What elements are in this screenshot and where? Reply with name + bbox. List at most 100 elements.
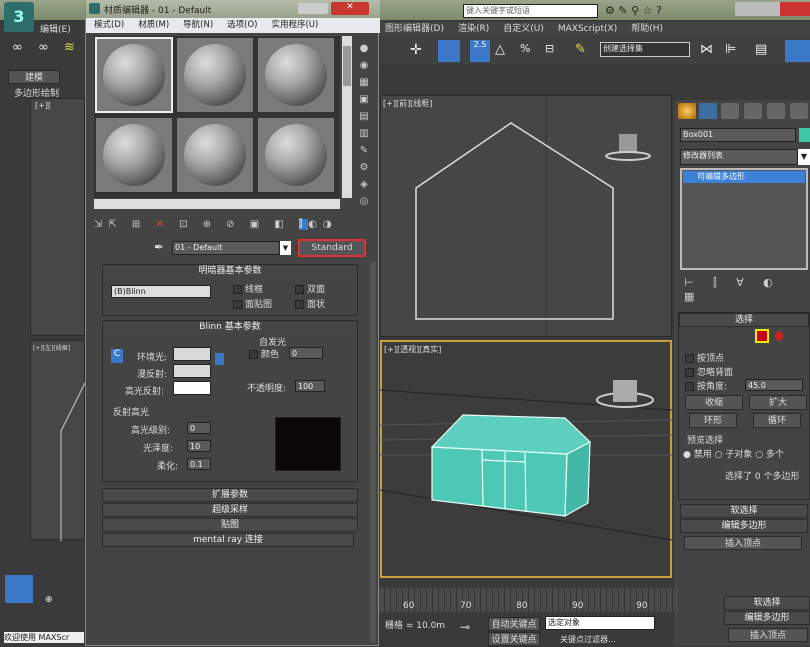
slots-horizontal-scrollbar[interactable] bbox=[94, 199, 340, 209]
stack-item-editable-poly[interactable]: 可编辑多边形 bbox=[683, 171, 805, 183]
material-type-button[interactable]: Standard bbox=[298, 239, 366, 257]
rollout-header-selection[interactable]: 选择 bbox=[679, 313, 809, 327]
align-icon[interactable]: ⊫ bbox=[725, 42, 736, 57]
insert-vertex-button-2[interactable]: 插入顶点 bbox=[728, 628, 808, 642]
snap-toggle-icon[interactable]: 2.5 bbox=[470, 40, 490, 62]
viewport-left[interactable]: [+][左][线框] bbox=[30, 340, 86, 541]
viewport-perspective[interactable]: [+][透视][真实] bbox=[380, 340, 672, 578]
rollout-edit-polygons-2[interactable]: 编辑多边形 bbox=[724, 611, 810, 625]
sample-slot[interactable] bbox=[257, 117, 335, 193]
sample-side-toolbar[interactable]: ● ◉ ▦ ▣ ▤ ▥ ✎ ⚙ ◈ ◎ bbox=[356, 40, 372, 210]
specular-level-spinner[interactable]: 0 bbox=[187, 422, 211, 434]
rollout-supersampling[interactable]: 超级采样 bbox=[102, 503, 358, 517]
ignore-backfacing-checkbox[interactable]: 忽略背面 bbox=[685, 365, 733, 378]
dropdown-arrow-icon[interactable]: ▼ bbox=[280, 241, 291, 255]
selection-set-dropdown[interactable]: 创建选择集 bbox=[600, 42, 690, 57]
radio-subobject[interactable]: 子对象 bbox=[725, 450, 752, 460]
menu-modes[interactable]: 模式(D) bbox=[94, 20, 124, 30]
viewport-front[interactable]: [+][前][线框] bbox=[380, 95, 672, 338]
move-icon[interactable]: ✛ bbox=[410, 42, 422, 58]
wire-checkbox[interactable]: 线框 bbox=[233, 282, 263, 295]
rollout-edit-polygons[interactable]: 编辑多边形 bbox=[680, 519, 808, 533]
bind-space-warp-icon[interactable]: ≋ bbox=[64, 40, 75, 55]
menu-options[interactable]: 选项(O) bbox=[227, 20, 257, 30]
menu-render[interactable]: 渲染(R) bbox=[458, 24, 489, 34]
shader-dropdown[interactable]: (B)Blinn bbox=[111, 285, 211, 298]
rollout-soft-selection-2[interactable]: 软选择 bbox=[724, 596, 810, 610]
rollout-soft-selection[interactable]: 软选择 bbox=[680, 504, 808, 518]
motion-tab-icon[interactable] bbox=[744, 103, 762, 119]
shrink-button[interactable]: 收缩 bbox=[685, 395, 743, 410]
rollout-header-shader[interactable]: 明暗器基本参数 bbox=[103, 265, 357, 277]
menu-utilities[interactable]: 实用程序(U) bbox=[271, 20, 318, 30]
close-button[interactable]: ✕ bbox=[331, 2, 369, 15]
menu-material[interactable]: 材质(M) bbox=[138, 20, 169, 30]
mirror-icon[interactable]: ⋈ bbox=[700, 42, 713, 57]
by-vertex-checkbox[interactable]: 按顶点 bbox=[685, 351, 724, 364]
preview-selection-radios[interactable]: ● 禁用 ○ 子对象 ○ 多个 bbox=[683, 447, 784, 460]
link-icon[interactable]: ∞ bbox=[12, 40, 23, 55]
polygon-mode-icon[interactable] bbox=[755, 329, 769, 343]
key-filters-button[interactable]: 关键点过滤器... bbox=[560, 634, 616, 645]
utilities-tab-icon[interactable] bbox=[790, 103, 808, 119]
sample-slot[interactable] bbox=[257, 37, 335, 113]
select-scale-icon[interactable] bbox=[438, 40, 460, 62]
face-map-checkbox[interactable]: 面贴图 bbox=[233, 297, 272, 310]
spinner-snap-icon[interactable]: ⊟ bbox=[545, 42, 554, 55]
pick-material-eyedropper-icon[interactable]: ✒ bbox=[154, 240, 164, 254]
tab-modeling[interactable]: 建模 bbox=[8, 70, 60, 84]
two-sided-checkbox[interactable]: 双面 bbox=[295, 282, 325, 295]
angle-spinner[interactable]: 45.0 bbox=[745, 379, 803, 391]
edit-named-sel-icon[interactable]: ✎ bbox=[575, 42, 586, 57]
auto-key-button[interactable]: 自动关键点 bbox=[488, 617, 540, 631]
modifier-list-dropdown[interactable]: 修改器列表 bbox=[680, 149, 798, 165]
modifier-stack[interactable]: 可编辑多边形 bbox=[680, 168, 808, 270]
element-mode-icon[interactable] bbox=[775, 331, 783, 341]
radio-disabled[interactable]: 禁用 bbox=[694, 450, 712, 460]
rollout-maps[interactable]: 贴图 bbox=[102, 518, 358, 532]
layer-icon[interactable]: ▤ bbox=[755, 42, 767, 57]
radio-multi[interactable]: 多个 bbox=[766, 450, 784, 460]
hierarchy-tab-icon[interactable] bbox=[721, 103, 739, 119]
menu-edit[interactable]: 编辑(E) bbox=[40, 22, 71, 35]
object-color-swatch[interactable] bbox=[799, 128, 810, 142]
rollout-mental-ray[interactable]: mental ray 连接 bbox=[102, 533, 354, 547]
help-icons[interactable]: ⚙ ✎ ⚲ ☆ ? bbox=[605, 4, 705, 18]
ambient-color-swatch[interactable] bbox=[173, 347, 211, 361]
key-selection-dropdown[interactable]: 选定对象 bbox=[545, 616, 655, 630]
create-tab-icon[interactable] bbox=[678, 103, 696, 119]
sample-slot-active[interactable] bbox=[95, 37, 173, 113]
by-angle-checkbox[interactable]: 按角度: bbox=[685, 379, 727, 392]
sample-slot[interactable] bbox=[176, 117, 254, 193]
menu-navigation[interactable]: 导航(N) bbox=[183, 20, 213, 30]
object-name-field[interactable]: Box001 bbox=[680, 128, 796, 142]
set-key-button[interactable]: 设置关键点 bbox=[488, 632, 540, 646]
self-illum-color-checkbox[interactable]: 颜色 bbox=[249, 347, 279, 360]
stack-tools[interactable]: ⊢ ⫿ ∀ ◐ ▦ bbox=[684, 276, 810, 303]
display-tab-icon[interactable] bbox=[767, 103, 785, 119]
key-icon[interactable]: ⊸ bbox=[460, 620, 470, 634]
menu-help[interactable]: 帮助(H) bbox=[631, 24, 663, 34]
glossiness-spinner[interactable]: 10 bbox=[187, 440, 211, 452]
sample-slot[interactable] bbox=[95, 117, 173, 193]
lock-ambient-diffuse-button[interactable]: C bbox=[111, 349, 123, 363]
unlink-icon[interactable]: ∞ bbox=[38, 40, 49, 55]
search-input[interactable]: 键入关键字或短语 bbox=[463, 4, 598, 18]
orbit-icon[interactable]: ⊕ bbox=[45, 595, 53, 605]
diffuse-map-button[interactable] bbox=[215, 353, 224, 365]
diffuse-color-swatch[interactable] bbox=[173, 364, 211, 378]
loop-button[interactable]: 循环 bbox=[753, 413, 801, 428]
specular-color-swatch[interactable] bbox=[173, 381, 211, 395]
rollout-extended-parameters[interactable]: 扩展参数 bbox=[102, 488, 358, 502]
modify-tab-icon[interactable] bbox=[699, 103, 717, 119]
faceted-checkbox[interactable]: 面状 bbox=[295, 297, 325, 310]
viewport-layout-icon[interactable] bbox=[5, 575, 33, 603]
angle-snap-icon[interactable]: △ bbox=[495, 42, 505, 57]
self-illum-spinner[interactable]: 0 bbox=[289, 347, 323, 359]
viewport-label[interactable]: [+][ bbox=[35, 101, 51, 110]
menu-graph-editors[interactable]: 图形编辑器(D) bbox=[385, 24, 444, 34]
slots-vertical-scrollbar[interactable] bbox=[342, 36, 352, 198]
app-logo[interactable]: 3 bbox=[4, 2, 34, 32]
soften-spinner[interactable]: 0.1 bbox=[187, 458, 211, 470]
menu-customize[interactable]: 自定义(U) bbox=[503, 24, 544, 34]
